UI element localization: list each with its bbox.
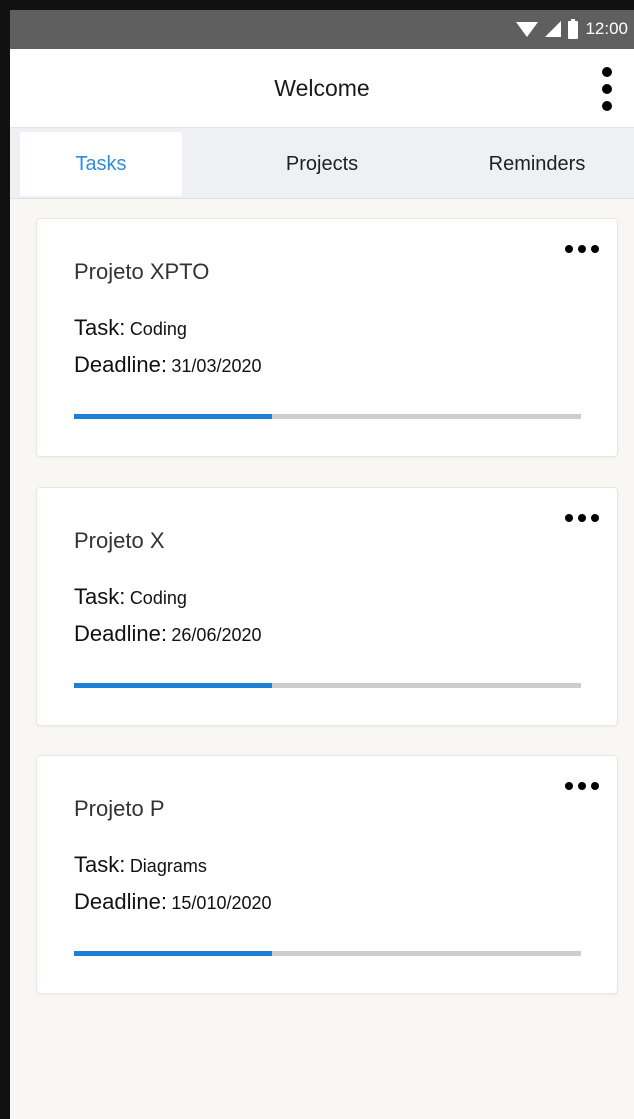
task-row: Task: Diagrams (74, 852, 207, 878)
project-name: Projeto XPTO (74, 259, 210, 284)
task-label: Task: (74, 584, 126, 609)
status-clock: 12:00 (585, 19, 628, 38)
task-row: Task: Coding (74, 315, 187, 341)
task-label: Task: (74, 315, 126, 340)
more-horiz-icon[interactable] (563, 510, 601, 526)
more-vert-icon[interactable] (594, 63, 620, 115)
tab-bar: Tasks Projects Reminders (10, 128, 634, 199)
task-card[interactable]: Projeto P Task: Diagrams Deadline: 15/01… (36, 755, 618, 994)
deadline-row: Deadline: 26/06/2020 (74, 621, 262, 647)
status-icons: 12:00 (516, 18, 628, 40)
more-horiz-icon[interactable] (563, 241, 601, 257)
page-title: Welcome (274, 75, 370, 101)
app-screen: 12:00 Welcome Tasks Projects Reminders P… (10, 10, 634, 1119)
project-name: Projeto P (74, 796, 165, 821)
deadline-value: 31/03/2020 (171, 356, 262, 376)
progress-bar (74, 414, 581, 419)
task-value: Diagrams (129, 856, 207, 876)
project-name: Projeto X (74, 528, 165, 553)
progress-fill (74, 951, 272, 956)
progress-fill (74, 683, 272, 688)
progress-fill (74, 414, 272, 419)
deadline-row: Deadline: 15/010/2020 (74, 889, 272, 915)
deadline-label: Deadline: (74, 621, 167, 646)
task-card[interactable]: Projeto XPTO Task: Coding Deadline: 31/0… (36, 218, 618, 457)
deadline-value: 26/06/2020 (171, 625, 262, 645)
battery-icon (568, 19, 579, 39)
tab-projects[interactable]: Projects (242, 132, 402, 196)
deadline-label: Deadline: (74, 352, 167, 377)
signal-icon (545, 21, 562, 37)
progress-bar (74, 951, 581, 956)
tab-tasks[interactable]: Tasks (20, 132, 182, 196)
device-frame: 12:00 Welcome Tasks Projects Reminders P… (0, 0, 634, 1119)
progress-bar (74, 683, 581, 688)
tab-reminders[interactable]: Reminders (452, 132, 622, 196)
more-horiz-icon[interactable] (563, 778, 601, 794)
task-value: Coding (129, 588, 187, 608)
status-bar: 12:00 (10, 10, 634, 49)
deadline-value: 15/010/2020 (171, 893, 272, 913)
deadline-row: Deadline: 31/03/2020 (74, 352, 262, 378)
app-bar: Welcome (10, 49, 634, 128)
task-row: Task: Coding (74, 584, 187, 610)
task-value: Coding (129, 319, 187, 339)
task-card[interactable]: Projeto X Task: Coding Deadline: 26/06/2… (36, 487, 618, 726)
wifi-icon (516, 21, 539, 37)
task-label: Task: (74, 852, 126, 877)
deadline-label: Deadline: (74, 889, 167, 914)
